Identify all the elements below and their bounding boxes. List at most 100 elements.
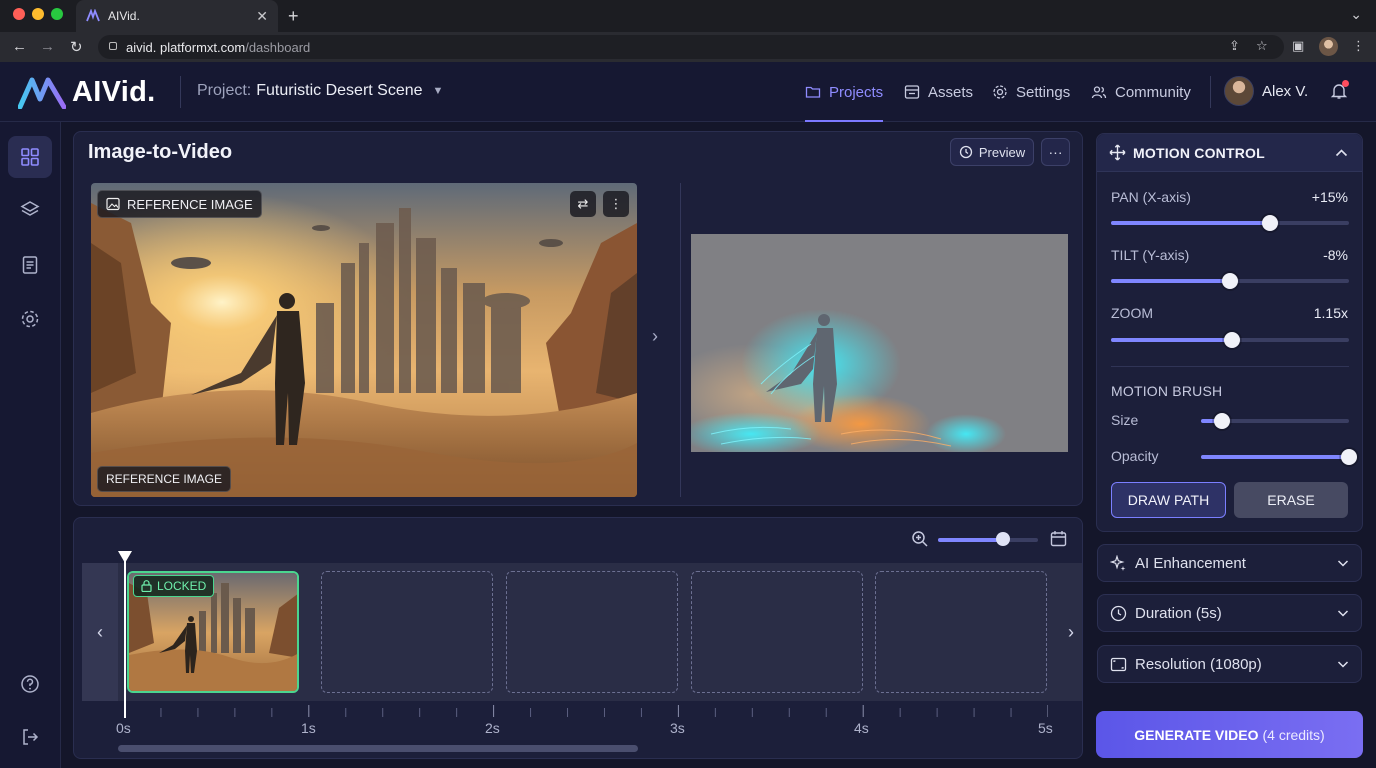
share-icon[interactable]: ⇪ <box>1229 38 1240 54</box>
folder-icon <box>805 86 821 98</box>
playhead[interactable] <box>124 560 126 718</box>
project-name: Futuristic Desert Scene <box>256 82 423 99</box>
zoom-value: 1.15x <box>1313 305 1348 321</box>
timeline-clip-empty[interactable] <box>691 571 863 693</box>
window-close-button[interactable] <box>13 8 25 20</box>
tick-label-4s: 4s <box>854 720 869 736</box>
rail-logout[interactable] <box>8 716 52 758</box>
nav-community[interactable]: Community <box>1091 62 1191 122</box>
tilt-slider-handle[interactable] <box>1222 273 1238 289</box>
rail-dashboard[interactable] <box>8 136 52 178</box>
tick-label-5s: 5s <box>1038 720 1053 736</box>
reference-image-badge-label: REFERENCE IMAGE <box>127 196 253 212</box>
brush-opacity-handle[interactable] <box>1341 449 1357 465</box>
pan-value: +15% <box>1311 189 1348 205</box>
motion-control-title: MOTION CONTROL <box>1133 145 1265 161</box>
timeline-zoom-handle[interactable] <box>996 532 1010 546</box>
rail-settings[interactable] <box>8 298 52 340</box>
playhead-handle[interactable] <box>118 551 132 563</box>
nav-community-label: Community <box>1115 83 1191 101</box>
accordion-duration[interactable]: Duration (5s) <box>1097 594 1362 632</box>
accordion-resolution[interactable]: Resolution (1080p) <box>1097 645 1362 683</box>
browser-tab[interactable]: AIVid. ✕ <box>76 0 278 32</box>
kebab-icon: ⋮ <box>609 196 623 211</box>
header-divider-user <box>1210 76 1211 108</box>
nav-assets[interactable]: Assets <box>904 62 973 122</box>
nav-projects-label: Projects <box>829 83 884 101</box>
timeline-clip-empty[interactable] <box>506 571 678 693</box>
more-options-button[interactable]: ··· <box>1041 138 1070 166</box>
zoom-in-icon[interactable] <box>911 530 929 548</box>
timeline-next-button[interactable]: › <box>1060 563 1082 701</box>
image-icon <box>904 85 920 99</box>
close-tab-icon[interactable]: ✕ <box>256 8 268 25</box>
timeline-prev-button[interactable]: ‹ <box>82 563 118 701</box>
sparkle-icon <box>1110 554 1126 571</box>
preview-button[interactable]: Preview <box>950 138 1034 166</box>
tilt-slider-fill <box>1111 279 1230 283</box>
image-menu-button[interactable]: ⋮ <box>603 191 629 217</box>
bookmark-star-icon[interactable]: ☆ <box>1256 38 1268 54</box>
brush-opacity-fill <box>1201 455 1349 459</box>
motion-preview[interactable] <box>691 234 1068 452</box>
generate-video-button[interactable]: GENERATE VIDEO (4 credits) <box>1096 711 1363 758</box>
tilt-label: TILT (Y-axis) <box>1111 247 1190 263</box>
timeline-clip-empty[interactable] <box>321 571 493 693</box>
accordion-ai-enhancement[interactable]: AI Enhancement <box>1097 544 1362 582</box>
tab-list-chevron-icon[interactable]: ⌄ <box>1350 6 1362 23</box>
draw-path-button[interactable]: DRAW PATH <box>1111 482 1226 518</box>
pan-slider[interactable] <box>1111 221 1349 225</box>
gear-icon <box>993 85 1007 99</box>
browser-address-bar: ← → ↻ aivid. platformxt.com/dashboard ⇪ … <box>0 32 1376 62</box>
chevron-up-icon[interactable] <box>1335 147 1348 159</box>
timeline-zoom-slider[interactable] <box>938 538 1038 542</box>
forward-arrow-icon[interactable]: → <box>40 38 55 55</box>
user-menu[interactable]: Alex V. <box>1224 76 1308 106</box>
chevron-right-icon[interactable]: › <box>652 326 658 347</box>
timeline-scrollbar[interactable] <box>118 745 638 752</box>
brush-opacity-slider[interactable] <box>1201 455 1349 459</box>
chevron-down-icon <box>1337 661 1349 668</box>
url-host: aivid. platformxt.com <box>126 39 246 55</box>
brush-opacity-label: Opacity <box>1111 448 1159 464</box>
generate-video-label: GENERATE VIDEO <box>1134 726 1259 743</box>
rail-documents[interactable] <box>8 244 52 286</box>
rail-help[interactable] <box>8 663 52 705</box>
locked-label: LOCKED <box>157 579 207 593</box>
back-arrow-icon[interactable]: ← <box>12 38 27 55</box>
replace-image-button[interactable]: ⇄ <box>570 191 596 217</box>
accordion-duration-label: Duration (5s) <box>1135 604 1222 622</box>
nav-assets-label: Assets <box>928 83 974 101</box>
users-icon <box>1091 86 1107 99</box>
nav-settings[interactable]: Settings <box>992 62 1070 122</box>
settings-gear-icon <box>21 310 39 328</box>
timeline-ruler <box>124 705 1048 717</box>
generate-credits: (4 credits) <box>1262 726 1325 743</box>
pan-slider-fill <box>1111 221 1271 225</box>
window-minimize-button[interactable] <box>32 8 44 20</box>
nav-projects[interactable]: Projects <box>805 62 884 122</box>
reference-image-picture <box>91 183 637 497</box>
sidebar-toggle-icon[interactable]: ▣ <box>1292 38 1304 54</box>
chevron-left-icon: ‹ <box>97 621 103 642</box>
url-field[interactable]: aivid. platformxt.com/dashboard <box>98 35 1284 59</box>
resolution-icon <box>1110 657 1127 671</box>
chevron-down-icon: ▼ <box>432 85 444 97</box>
new-tab-icon[interactable]: + <box>288 6 299 27</box>
browser-profile-avatar[interactable] <box>1319 37 1338 56</box>
app-header: AIVid. Project: Futuristic Desert Scene … <box>0 62 1376 122</box>
timeline-clip-empty[interactable] <box>875 571 1047 693</box>
project-selector[interactable]: Project: Futuristic Desert Scene ▼ <box>197 82 443 100</box>
brush-size-handle[interactable] <box>1213 413 1230 429</box>
site-info-icon[interactable] <box>109 42 117 50</box>
window-maximize-button[interactable] <box>51 8 63 20</box>
brush-size-label: Size <box>1111 412 1139 428</box>
reload-icon[interactable]: ↻ <box>70 38 83 56</box>
calendar-icon[interactable] <box>1050 530 1067 547</box>
rail-layers[interactable] <box>8 189 52 231</box>
reference-image[interactable] <box>91 183 637 497</box>
dashboard-grid-icon <box>21 148 39 166</box>
app-logo[interactable]: AIVid. <box>18 76 155 109</box>
browser-menu-icon[interactable]: ⋮ <box>1352 38 1365 54</box>
erase-button[interactable]: ERASE <box>1234 482 1348 518</box>
